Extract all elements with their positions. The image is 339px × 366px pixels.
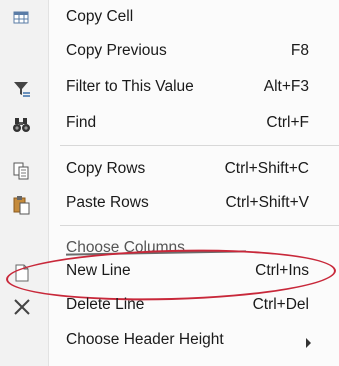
menu-item-copy-cell[interactable]: Copy Cell xyxy=(0,3,339,33)
submenu-arrow-icon xyxy=(306,338,311,348)
menu-item-shortcut: F8 xyxy=(290,42,309,59)
copy-rows-icon xyxy=(12,161,32,181)
menu-item-label: Delete Line xyxy=(66,296,145,313)
menu-item-label: Copy Previous xyxy=(66,42,167,59)
menu-item-label: Paste Rows xyxy=(66,194,149,211)
delete-x-icon xyxy=(12,297,32,317)
menu-item-find[interactable]: Find Ctrl+F xyxy=(0,109,339,139)
menu-separator xyxy=(60,225,339,226)
menu-item-label: Filter to This Value xyxy=(66,78,194,95)
menu-item-shortcut: Alt+F3 xyxy=(263,78,309,95)
menu-item-label: Copy Rows xyxy=(66,160,146,177)
menu-separator xyxy=(60,145,339,146)
menu-item-shortcut: Ctrl+Del xyxy=(252,296,309,313)
paste-icon xyxy=(12,195,32,215)
binoculars-icon xyxy=(12,115,32,135)
menu-item-label: Choose Header Height xyxy=(66,331,224,348)
menu-item-copy-previous[interactable]: Copy Previous F8 xyxy=(0,37,339,67)
menu-item-shortcut: Ctrl+Shift+C xyxy=(224,160,309,177)
menu-item-shortcut: Ctrl+Shift+V xyxy=(225,194,309,211)
menu-item-copy-rows[interactable]: Copy Rows Ctrl+Shift+C xyxy=(0,155,339,185)
menu-item-shortcut: Ctrl+F xyxy=(266,114,309,131)
context-menu: Copy Cell Copy Previous F8 Filter to Thi… xyxy=(0,0,339,366)
menu-item-label: Find xyxy=(66,114,97,131)
copy-cell-icon xyxy=(12,9,32,29)
filter-icon xyxy=(12,79,32,99)
menu-item-delete-line[interactable]: Delete Line Ctrl+Del xyxy=(0,291,339,321)
menu-item-label: Copy Cell xyxy=(66,8,134,25)
menu-item-choose-header-height[interactable]: Choose Header Height xyxy=(0,326,339,356)
menu-item-paste-rows[interactable]: Paste Rows Ctrl+Shift+V xyxy=(0,189,339,219)
menu-item-filter-to-this-value[interactable]: Filter to This Value Alt+F3 xyxy=(0,73,339,103)
